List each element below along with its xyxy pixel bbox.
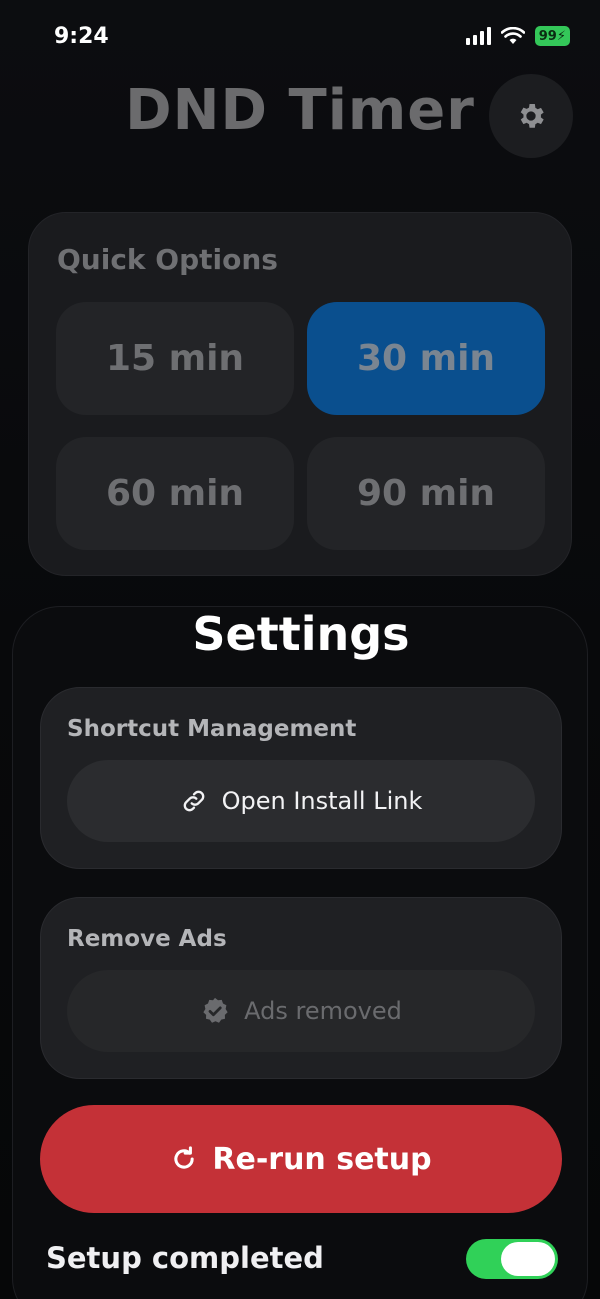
verified-badge-icon [203, 997, 228, 1023]
quick-option-90-min[interactable]: 90 min [307, 437, 545, 550]
settings-button[interactable] [489, 74, 573, 158]
open-install-link-label: Open Install Link [221, 787, 423, 815]
wifi-icon [500, 27, 525, 44]
quick-options-card: Quick Options 15 min 30 min 60 min 90 mi… [28, 212, 572, 576]
open-install-link-button[interactable]: Open Install Link [67, 760, 535, 842]
shortcut-management-card: Shortcut Management Open Install Link [40, 687, 562, 869]
settings-title: Settings [192, 607, 410, 661]
settings-sheet: Settings Shortcut Management Open Instal… [12, 606, 588, 1299]
battery-level: 99 [538, 28, 557, 44]
link-icon [183, 790, 204, 812]
remove-ads-title: Remove Ads [67, 926, 227, 952]
remove-ads-card: Remove Ads Ads removed [40, 897, 562, 1079]
status-time: 9:24 [54, 24, 109, 49]
status-icons: 99 ⚡ [465, 26, 570, 46]
quick-options-title: Quick Options [57, 243, 278, 276]
ads-removed-label: Ads removed [244, 997, 402, 1025]
charging-bolt-icon: ⚡ [556, 28, 566, 44]
rerun-setup-label: Re-run setup [212, 1141, 432, 1177]
shortcut-management-title: Shortcut Management [67, 716, 357, 742]
setup-completed-toggle[interactable] [466, 1239, 558, 1279]
refresh-icon [174, 1146, 195, 1169]
toggle-knob [501, 1242, 555, 1276]
quick-option-60-min[interactable]: 60 min [56, 437, 294, 550]
quick-option-15-min[interactable]: 15 min [56, 302, 294, 415]
setup-completed-row: Setup completed [46, 1239, 558, 1283]
rerun-setup-button[interactable]: Re-run setup [40, 1105, 562, 1213]
gear-icon [520, 104, 544, 128]
signal-icon [465, 27, 491, 45]
quick-option-30-min[interactable]: 30 min [307, 302, 545, 415]
battery-icon: 99 ⚡ [534, 26, 570, 46]
setup-completed-label: Setup completed [46, 1241, 324, 1275]
ads-removed-button: Ads removed [67, 970, 535, 1052]
status-bar: 9:24 99 ⚡ [0, 22, 600, 56]
